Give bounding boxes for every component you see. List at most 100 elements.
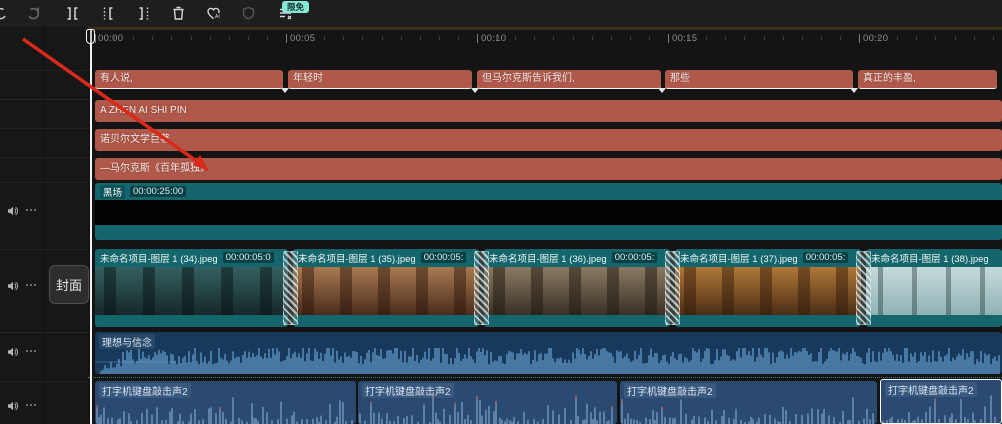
video-clip[interactable]: 未命名项目-图层 1 (36).jpeg 00:00:05: xyxy=(484,249,670,327)
ruler-minor-tick xyxy=(458,36,459,40)
video-clip-name: 未命名项目-图层 1 (38).jpeg xyxy=(871,251,989,265)
subtitle-clip[interactable]: 真正的丰盈, xyxy=(858,70,997,89)
text-clip-label: 诺贝尔文学巨著 xyxy=(95,129,1002,150)
subtitle-clip-label: 那些 xyxy=(665,70,853,87)
sfx-waveform xyxy=(620,396,875,424)
ruler-minor-tick xyxy=(496,36,497,40)
track-more-button[interactable] xyxy=(26,284,38,287)
track-boundary-dotted-line xyxy=(88,377,1002,378)
video-clip-name: 未命名项目-图层 1 (34).jpeg xyxy=(100,251,218,265)
ruler-minor-tick xyxy=(783,36,784,40)
sfx-waveform xyxy=(358,396,615,424)
subtitle-clip[interactable]: 有人说, xyxy=(95,70,283,89)
video-clip-name: 未命名项目-图层 1 (36).jpeg xyxy=(489,251,607,265)
sfx-clip[interactable]: 打字机键盘敲击声2 xyxy=(358,381,617,424)
music-track-controls xyxy=(0,345,43,361)
subtitle-clip-label: 年轻时 xyxy=(288,70,472,87)
ruler-minor-tick xyxy=(362,36,363,40)
video-thumbnails xyxy=(293,267,479,315)
video-clip[interactable]: 未命名项目-图层 1 (38).jpeg xyxy=(866,249,1002,327)
sfx-clip-selected[interactable]: 打字机键盘敲击声2 xyxy=(880,379,1002,424)
track-more-button[interactable] xyxy=(26,350,38,353)
video-clip[interactable]: 未命名项目-图层 1 (35).jpeg00:00:05: xyxy=(293,249,479,327)
transition-marker[interactable] xyxy=(283,251,298,325)
ruler-minor-tick xyxy=(821,36,822,40)
playhead-line[interactable] xyxy=(90,29,92,424)
mute-track-icon[interactable] xyxy=(7,345,19,357)
cover-button[interactable]: 封面 xyxy=(49,265,89,304)
sfx-waveform xyxy=(881,395,1000,423)
subtitle-clip[interactable]: 那些 xyxy=(665,70,853,89)
row-separator xyxy=(0,70,88,71)
row-separator xyxy=(0,128,88,129)
ruler-minor-tick xyxy=(993,36,994,40)
transition-marker[interactable] xyxy=(665,251,680,325)
playhead-handle[interactable] xyxy=(86,29,95,44)
transition-marker[interactable] xyxy=(474,251,489,325)
timeline-ruler[interactable]: 00:00 00:05 00:10 00:15 00:20 xyxy=(88,27,1002,50)
black-field-clip[interactable]: 黑场 00:00:25:00 xyxy=(95,183,1002,240)
row-separator xyxy=(0,157,88,158)
sfx-clip[interactable]: 打字机键盘敲击声2 xyxy=(620,381,877,424)
subtitle-junction-handle[interactable] xyxy=(850,88,858,93)
ruler-minor-tick xyxy=(229,36,230,40)
video-clip-name: 未命名项目-图层 1 (35).jpeg xyxy=(298,251,416,265)
text-clip[interactable]: —马尔克斯《百年孤独》 xyxy=(95,158,1002,180)
music-clip[interactable]: 理想与信念 xyxy=(95,332,1002,374)
subtitle-clip[interactable]: 年轻时 xyxy=(288,70,472,89)
track-more-button[interactable] xyxy=(26,209,38,212)
text-clip[interactable]: 诺贝尔文学巨著 xyxy=(95,129,1002,151)
limited-free-badge: 限免 xyxy=(282,1,309,13)
black-field-body xyxy=(95,200,1002,225)
mute-track-icon[interactable] xyxy=(7,279,19,291)
timeline-toolbar: AI 限免 xyxy=(0,0,1002,27)
mute-track-icon[interactable] xyxy=(7,204,19,216)
row-separator xyxy=(0,182,88,183)
ruler-minor-tick xyxy=(573,36,574,40)
undo-icon[interactable] xyxy=(0,5,8,22)
ruler-major-tick xyxy=(286,34,287,43)
sfx-clip[interactable]: 打字机键盘敲击声2 xyxy=(95,381,356,424)
ruler-minor-tick xyxy=(630,36,631,40)
ruler-minor-tick xyxy=(592,36,593,40)
ruler-major-tick xyxy=(668,34,669,43)
ruler-minor-tick xyxy=(764,36,765,40)
ruler-minor-tick xyxy=(439,36,440,40)
ruler-minor-tick xyxy=(382,36,383,40)
sfx-waveform xyxy=(95,396,354,424)
video-clip[interactable]: 未命名项目-图层 1 (37).jpeg00:00:05: xyxy=(675,249,861,327)
ruler-top-strip xyxy=(88,27,1002,30)
ruler-minor-tick xyxy=(401,36,402,40)
trim-right-icon[interactable] xyxy=(135,5,152,22)
video-clip-duration: 00:00:05:0 xyxy=(223,252,274,263)
mute-track-icon[interactable] xyxy=(7,399,19,411)
row-separator xyxy=(0,381,88,382)
subtitle-junction-handle[interactable] xyxy=(281,88,289,93)
ruler-minor-tick xyxy=(420,36,421,40)
ai-heart-icon[interactable]: AI xyxy=(205,5,222,22)
ruler-minor-tick xyxy=(725,36,726,40)
ruler-minor-tick xyxy=(267,36,268,40)
shield-icon[interactable] xyxy=(240,5,257,22)
row-separator xyxy=(0,99,88,100)
text-clip[interactable]: A ZHEN AI SHI PIN xyxy=(95,100,1002,122)
ruler-minor-tick xyxy=(191,36,192,40)
subtitle-junction-handle[interactable] xyxy=(471,88,479,93)
subtitle-clip-label: 有人说, xyxy=(95,70,283,87)
transition-marker[interactable] xyxy=(856,251,871,325)
delete-icon[interactable] xyxy=(170,5,187,22)
video-clip[interactable]: 未命名项目-图层 1 (34).jpeg 00:00:05:0 xyxy=(95,249,288,327)
ruler-minor-tick xyxy=(706,36,707,40)
split-icon[interactable] xyxy=(64,5,81,22)
track-more-button[interactable] xyxy=(26,404,38,407)
subtitle-clip[interactable]: 但马尔克斯告诉我们, xyxy=(477,70,661,89)
subtitle-junction-handle[interactable] xyxy=(658,88,666,93)
video-thumbnails xyxy=(675,267,861,315)
ruler-minor-tick xyxy=(974,36,975,40)
trim-left-icon[interactable] xyxy=(100,5,117,22)
video-clip-duration: 00:00:05: xyxy=(612,252,658,263)
redo-icon[interactable] xyxy=(26,5,43,22)
ruler-minor-tick xyxy=(649,36,650,40)
track-header-panel xyxy=(0,27,88,424)
black-field-label: 黑场 xyxy=(100,185,125,199)
